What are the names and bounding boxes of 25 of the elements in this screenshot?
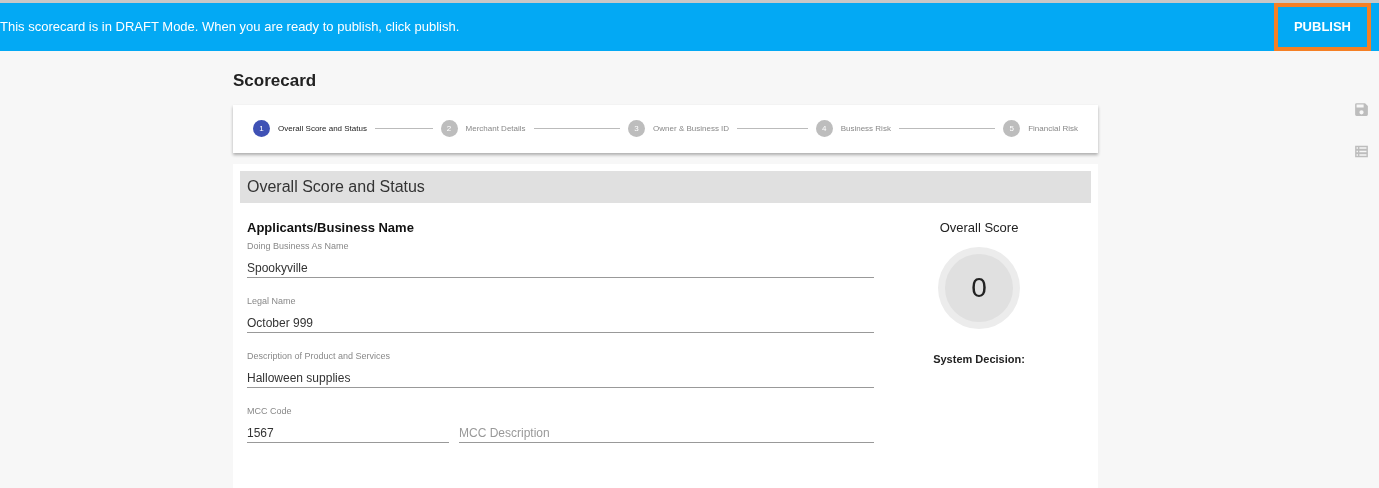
- list-icon[interactable]: [1353, 143, 1370, 160]
- step-label[interactable]: Business Risk: [840, 122, 891, 135]
- save-icon[interactable]: [1353, 101, 1370, 118]
- input-field[interactable]: Halloween supplies: [247, 368, 874, 388]
- step-label[interactable]: Merchant Details: [465, 122, 526, 135]
- input-field[interactable]: Spookyville: [247, 258, 874, 278]
- step-number: 5: [1003, 120, 1021, 137]
- score-value: 0: [971, 271, 987, 305]
- step-label[interactable]: Owner & Business ID: [653, 122, 730, 135]
- section-subtitle: Applicants/Business Name: [247, 218, 414, 237]
- input-field[interactable]: MCC Description: [459, 423, 874, 443]
- section-title: Overall Score and Status: [247, 176, 425, 197]
- input-field[interactable]: 1567: [247, 423, 449, 443]
- input-field[interactable]: October 999: [247, 313, 874, 333]
- page-title: Scorecard: [233, 70, 317, 92]
- field-label: Legal Name: [247, 295, 296, 307]
- field-label: Description of Product and Services: [247, 350, 391, 362]
- field-label: MCC Code: [247, 405, 292, 417]
- field-label: Doing Business As Name: [247, 240, 349, 252]
- banner-message: This scorecard is in DRAFT Mode. When you are ready to publish, click publish.: [0, 18, 460, 37]
- step-label[interactable]: Financial Risk: [1028, 122, 1078, 135]
- score-title: Overall Score: [939, 218, 1019, 237]
- step-number: 1: [253, 120, 270, 137]
- step-label[interactable]: Overall Score and Status: [278, 122, 367, 135]
- decision-label: System Decision:: [933, 352, 1025, 367]
